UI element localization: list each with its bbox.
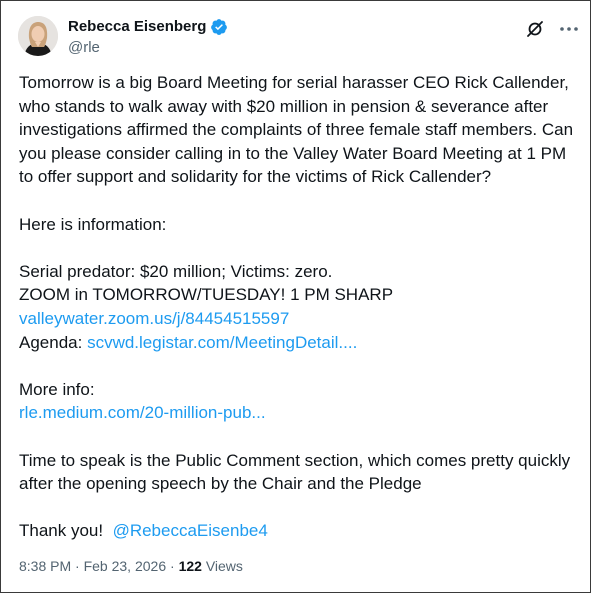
tweet-date[interactable]: Feb 23, 2026 [84, 558, 167, 574]
mention-link[interactable]: @RebeccaEisenbe4 [113, 521, 268, 540]
tweet-text: Tomorrow is a big Board Meeting for seri… [19, 71, 579, 543]
author-name-row[interactable]: Rebecca Eisenberg [68, 17, 228, 36]
agenda-label: Agenda: [19, 332, 83, 352]
tweet-meta: 8:38 PM · Feb 23, 2026 · 122 Views [19, 558, 243, 575]
zoom-link[interactable]: valleywater.zoom.us/j/84454515597 [19, 309, 289, 328]
views-label: Views [205, 558, 243, 574]
author-handle[interactable]: @rle [68, 38, 100, 57]
meta-separator: · [170, 558, 175, 574]
tweet-line-zoom: ZOOM in TOMORROW/TUESDAY! 1 PM SHARP [19, 285, 394, 305]
tweet-card: Rebecca Eisenberg @rle Tomorrow is a big… [0, 0, 591, 593]
grok-icon[interactable] [525, 19, 545, 39]
more-info-label: More info: [19, 379, 95, 399]
avatar-image [18, 16, 58, 56]
meta-separator: · [75, 558, 80, 574]
verified-badge-icon [210, 18, 228, 36]
tweet-time[interactable]: 8:38 PM [19, 558, 71, 574]
tweet-paragraph-info: Here is information: [19, 214, 167, 234]
views-count: 122 [178, 558, 202, 574]
tweet-paragraph-main: Tomorrow is a big Board Meeting for seri… [19, 73, 574, 187]
tweet-line-predator: Serial predator: $20 million; Victims: z… [19, 261, 333, 281]
tweet-paragraph-speak: Time to speak is the Public Comment sect… [19, 450, 571, 494]
agenda-link[interactable]: scvwd.legistar.com/MeetingDetail.... [87, 333, 357, 352]
avatar[interactable] [18, 16, 58, 56]
more-options-icon[interactable] [557, 18, 581, 40]
more-info-link[interactable]: rle.medium.com/20-million-pub... [19, 403, 266, 422]
author-display-name[interactable]: Rebecca Eisenberg [68, 17, 206, 36]
thanks-text: Thank you! [19, 521, 104, 541]
